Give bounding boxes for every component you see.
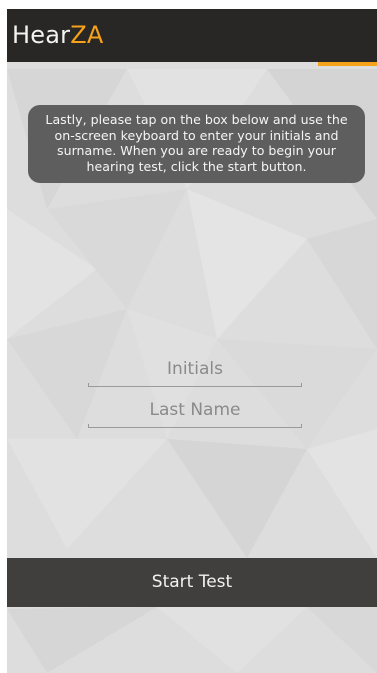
initials-placeholder: Initials	[167, 359, 223, 379]
initials-underline	[88, 383, 302, 387]
app-screen: HearZA Lastly, please tap on the box bel…	[7, 9, 377, 673]
progress-indicator	[318, 62, 377, 66]
instruction-box: Lastly, please tap on the box below and …	[28, 105, 365, 183]
app-title-za: ZA	[70, 21, 104, 49]
start-test-button[interactable]: Start Test	[7, 558, 377, 607]
initials-input[interactable]: Initials	[88, 357, 302, 387]
lastname-input[interactable]: Last Name	[88, 398, 302, 428]
app-bar: HearZA	[7, 9, 377, 62]
lastname-underline	[88, 424, 302, 428]
lastname-placeholder: Last Name	[149, 400, 241, 420]
app-title: HearZA	[12, 19, 103, 51]
app-title-hear: Hear	[12, 21, 71, 49]
instruction-text: Lastly, please tap on the box below and …	[45, 112, 348, 174]
